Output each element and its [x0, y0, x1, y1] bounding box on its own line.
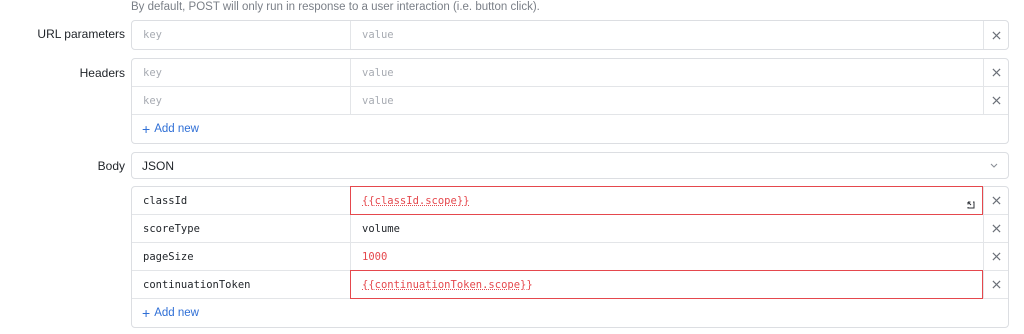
headers-add-new-button[interactable]: + Add new: [132, 115, 1008, 143]
close-icon: [991, 30, 1001, 40]
url-param-delete-button[interactable]: [983, 21, 1008, 49]
body-delete-button[interactable]: [983, 187, 1008, 214]
body-type-value: JSON: [142, 158, 175, 173]
body-delete-button[interactable]: [983, 243, 1008, 270]
header-delete-button[interactable]: [983, 87, 1008, 114]
body-value-input[interactable]: {{continuationToken.scope}}: [350, 270, 983, 299]
body-value-input[interactable]: 1000: [351, 243, 983, 270]
url-parameters-table: key value: [131, 20, 1009, 50]
body-value-input[interactable]: {{classId.scope}}: [350, 186, 983, 215]
body-key-input[interactable]: classId: [132, 187, 351, 214]
plus-icon: +: [142, 305, 151, 321]
close-icon: [991, 280, 1001, 289]
body-value-text: {{continuationToken.scope}}: [362, 278, 533, 291]
body-key-input[interactable]: pageSize: [132, 243, 351, 270]
headers-add-new-label: Add new: [154, 123, 199, 135]
header-value-input[interactable]: value: [351, 59, 983, 86]
plus-icon: +: [142, 121, 151, 137]
body-delete-button[interactable]: [983, 271, 1008, 298]
close-icon: [991, 68, 1001, 77]
expand-icon[interactable]: [966, 200, 976, 210]
header-key-input[interactable]: key: [132, 87, 351, 114]
body-value-input[interactable]: volume: [351, 215, 983, 242]
body-row: scoreType volume: [132, 215, 1008, 243]
body-key-input[interactable]: scoreType: [132, 215, 351, 242]
body-row: classId {{classId.scope}}: [132, 186, 1008, 215]
url-param-value-input[interactable]: value: [351, 21, 983, 49]
body-value-text: {{classId.scope}}: [362, 194, 470, 207]
body-add-new-label: Add new: [154, 307, 199, 319]
close-icon: [991, 252, 1001, 261]
header-row: key value: [132, 87, 1008, 115]
close-icon: [991, 196, 1001, 205]
body-delete-button[interactable]: [983, 215, 1008, 242]
body-table: classId {{classId.scope}} scoreType volu…: [131, 186, 1009, 328]
headers-label: Headers: [79, 66, 125, 80]
header-delete-button[interactable]: [983, 59, 1008, 86]
chevron-down-icon: [990, 163, 998, 168]
post-hint-text: By default, POST will only run in respon…: [131, 1, 540, 13]
body-key-input[interactable]: continuationToken: [132, 271, 351, 298]
body-add-new-button[interactable]: + Add new: [132, 299, 1008, 327]
close-icon: [991, 96, 1001, 105]
header-row: key value: [132, 59, 1008, 87]
body-label: Body: [97, 159, 125, 173]
url-param-key-input[interactable]: key: [132, 21, 351, 49]
url-parameters-label: URL parameters: [37, 27, 125, 41]
url-parameter-row: key value: [132, 21, 1008, 49]
headers-table: key value key value + Add new: [131, 58, 1009, 144]
body-row: pageSize 1000: [132, 243, 1008, 271]
body-type-select[interactable]: JSON: [131, 152, 1009, 179]
header-key-input[interactable]: key: [132, 59, 351, 86]
body-row: continuationToken {{continuationToken.sc…: [132, 270, 1008, 299]
header-value-input[interactable]: value: [351, 87, 983, 114]
close-icon: [991, 224, 1001, 233]
